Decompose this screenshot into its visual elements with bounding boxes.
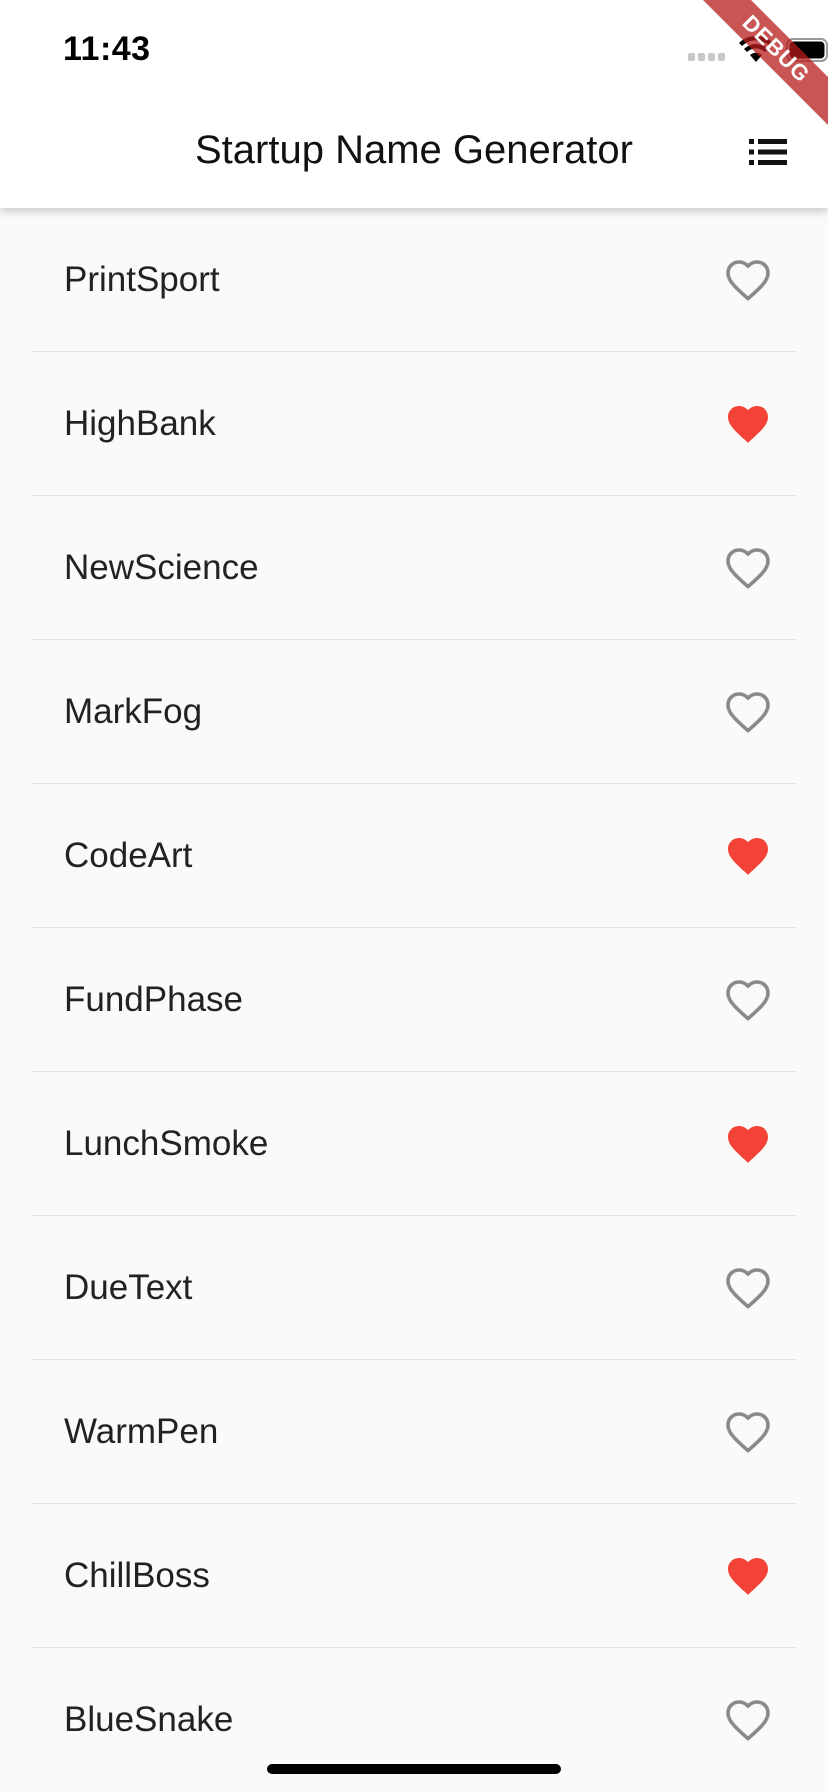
heart-outline-icon [726,259,770,300]
heart-outline-icon [726,1267,770,1308]
startup-name-label: DueText [64,1267,193,1307]
app-screen: 11:43 DEBUG Startup Name Generator Print… [0,0,828,1792]
list-item[interactable]: ChillBoss [32,1504,796,1648]
startup-name-label: NewScience [64,547,259,587]
list-item[interactable]: DueText [32,1216,796,1360]
heart-filled-icon [728,837,768,875]
heart-filled-icon [728,405,768,443]
heart-filled-icon [728,1557,768,1595]
favorite-toggle-button[interactable] [716,248,780,312]
signal-icon [688,53,725,61]
status-bar: 11:43 [0,0,828,98]
startup-name-label: PrintSport [64,259,220,299]
heart-outline-icon [726,1700,770,1741]
favorite-toggle-button[interactable] [716,1688,780,1752]
favorite-toggle-button[interactable] [716,968,780,1032]
startup-name-label: LunchSmoke [64,1123,269,1163]
startup-name-label: HighBank [64,403,216,443]
home-indicator [267,1764,561,1774]
startup-name-label: FundPhase [64,979,244,1019]
list-item[interactable]: WarmPen [32,1360,796,1504]
app-title: Startup Name Generator [195,128,633,172]
list-icon [749,139,787,165]
list-item[interactable]: CodeArt [32,784,796,928]
list-item[interactable]: FundPhase [32,928,796,1072]
startup-name-list: PrintSport HighBank NewScience MarkFog CodeA… [0,208,828,1792]
heart-outline-icon [726,1411,770,1452]
favorite-toggle-button[interactable] [716,392,780,456]
favorite-toggle-button[interactable] [716,1544,780,1608]
startup-name-label: BlueSnake [64,1700,234,1739]
status-time: 11:43 [63,30,151,68]
app-bar: Startup Name Generator [0,98,828,208]
startup-name-label: CodeArt [64,835,193,875]
favorite-toggle-button[interactable] [716,824,780,888]
list-item[interactable]: NewScience [32,496,796,640]
list-item[interactable]: PrintSport [32,208,796,352]
heart-outline-icon [726,979,770,1020]
startup-name-label: MarkFog [64,691,203,731]
favorite-toggle-button[interactable] [716,1400,780,1464]
list-item[interactable]: HighBank [32,352,796,496]
favorite-toggle-button[interactable] [716,680,780,744]
favorite-toggle-button[interactable] [716,1112,780,1176]
heart-filled-icon [728,1125,768,1163]
startup-name-label: WarmPen [64,1411,219,1451]
list-item[interactable]: MarkFog [32,640,796,784]
favorite-toggle-button[interactable] [716,1256,780,1320]
list-item[interactable]: LunchSmoke [32,1072,796,1216]
favorite-toggle-button[interactable] [716,536,780,600]
heart-outline-icon [726,547,770,588]
saved-list-button[interactable] [736,120,800,184]
startup-name-label: ChillBoss [64,1555,210,1595]
heart-outline-icon [726,691,770,732]
